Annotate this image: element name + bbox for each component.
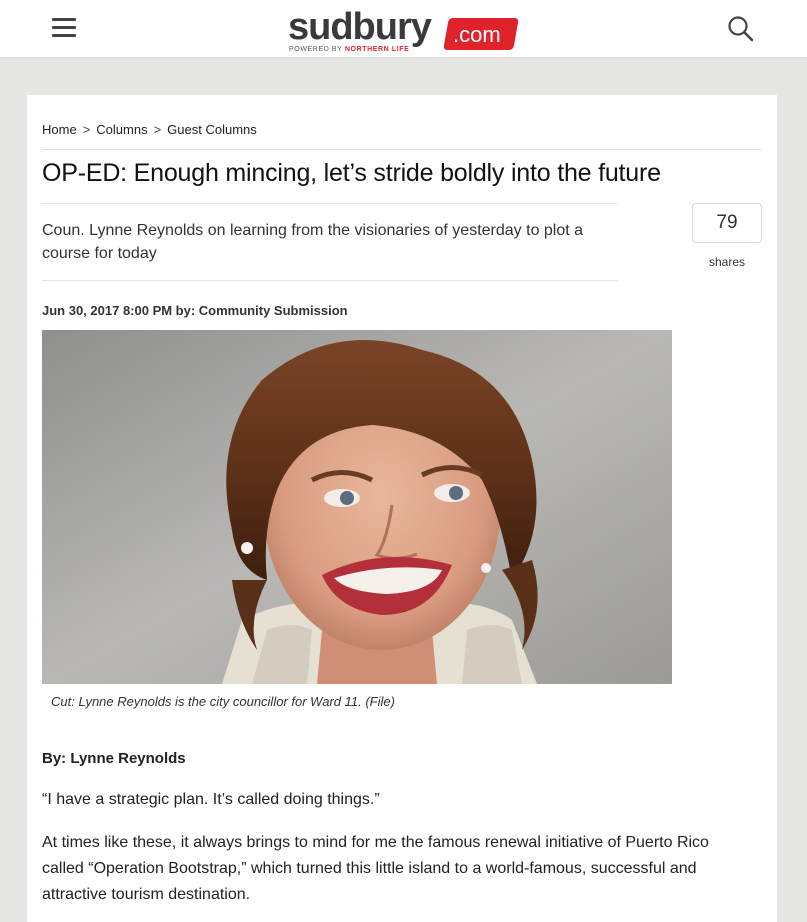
logo-tagline: POWERED BY NORTHERN LIFE	[289, 46, 409, 53]
breadcrumb-columns[interactable]: Columns	[96, 122, 147, 137]
article-card: Home > Columns > Guest Columns OP-ED: Enough…	[27, 95, 777, 922]
logo-tagline-brand: NORTHERN LIFE	[344, 46, 410, 53]
photo-caption: Cut: Lynne Reynolds is the city councill…	[51, 694, 395, 709]
divider	[42, 203, 618, 204]
hamburger-menu-icon[interactable]	[52, 18, 76, 38]
breadcrumb-guest-columns[interactable]: Guest Columns	[167, 122, 257, 137]
breadcrumb-separator: >	[82, 122, 91, 137]
breadcrumb-home[interactable]: Home	[42, 122, 77, 137]
article-photo	[42, 330, 672, 684]
logo-wordmark: sudbury	[288, 6, 432, 48]
divider	[42, 149, 762, 150]
share-count-box[interactable]: 79	[692, 203, 762, 243]
article-paragraph: At times like these, it always brings to…	[42, 834, 709, 903]
divider	[42, 280, 618, 281]
breadcrumb-separator: >	[153, 122, 162, 137]
top-navigation-bar: sudbury .com POWERED BY NORTHERN LIFE	[0, 0, 807, 58]
logo-badge-text: .com	[453, 22, 501, 47]
logo-tagline-prefix: POWERED BY	[289, 46, 343, 53]
breadcrumb: Home > Columns > Guest Columns	[42, 122, 257, 137]
site-logo[interactable]: sudbury .com POWERED BY NORTHERN LIFE	[288, 6, 528, 54]
share-count-label: shares	[708, 255, 746, 269]
article-subhead: Coun. Lynne Reynolds on learning from th…	[42, 222, 584, 262]
article-dateline: Jun 30, 2017 8:00 PM by: Community Submi…	[42, 303, 348, 318]
article-headline: OP-ED: Enough mincing, let’s stride bold…	[42, 159, 661, 187]
article-byline: By: Lynne Reynolds	[42, 750, 186, 767]
search-icon[interactable]	[727, 15, 755, 43]
article-paragraph: “I have a strategic plan. It’s called do…	[42, 791, 380, 808]
